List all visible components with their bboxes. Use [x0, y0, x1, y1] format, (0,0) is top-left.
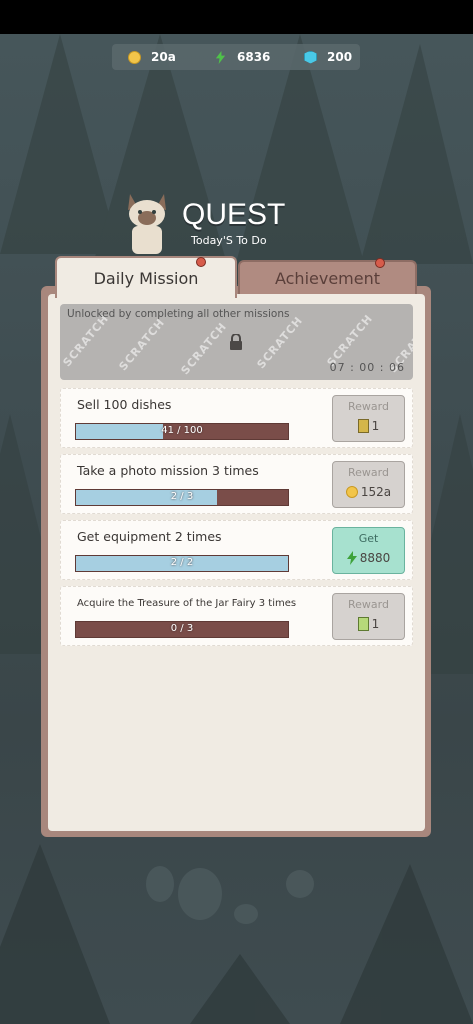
mission-label: Get equipment 2 times: [77, 529, 222, 544]
mission-card: Get equipment 2 times 2 / 2 Get 8880: [60, 520, 413, 580]
locked-mission-timer: 07 : 00 : 06: [329, 361, 405, 374]
ticket-icon: [357, 419, 369, 433]
daily-mission-notification-dot: [196, 257, 206, 267]
page-subtitle: Today'S To Do: [191, 234, 267, 247]
get-button-label: Get: [358, 532, 379, 545]
mission-label: Sell 100 dishes: [77, 397, 172, 412]
coin-amount: 20a: [151, 50, 176, 64]
tab-achievement-label: Achievement: [274, 268, 381, 288]
gem-icon: [304, 50, 317, 64]
reward-amount: 8880: [359, 551, 391, 565]
locked-mission-card: SCRATCH SCRATCH SCRATCH SCRATCH SCRATCH …: [60, 304, 413, 380]
achievement-notification-dot: [375, 258, 385, 268]
reward-amount: 152a: [360, 485, 392, 499]
mission-progress-text: 2 / 3: [170, 491, 194, 502]
mission-progress-bar: 41 / 100: [75, 423, 289, 440]
mission-progress-text: 41 / 100: [161, 425, 203, 436]
tab-daily-mission[interactable]: Daily Mission: [55, 256, 237, 298]
reward-value: 8880: [333, 551, 404, 565]
energy-amount: 6836: [237, 50, 271, 64]
scratch-watermark: SCRATCH: [116, 315, 168, 374]
gem-amount: 200: [327, 50, 353, 64]
mission-progress-text: 2 / 2: [170, 557, 194, 568]
coin-counter: 20a: [128, 50, 176, 64]
mission-progress-bar: 2 / 3: [75, 489, 289, 506]
reward-amount: 1: [371, 617, 380, 631]
reward-value: 1: [333, 419, 404, 433]
page-title: QUEST: [182, 198, 286, 231]
scratch-watermark: SCRATCH: [60, 311, 112, 370]
energy-counter: 6836: [214, 50, 270, 64]
mission-card: Take a photo mission 3 times 2 / 3 Rewar…: [60, 454, 413, 514]
gem-counter: 200: [304, 50, 352, 64]
mission-label: Take a photo mission 3 times: [77, 463, 259, 478]
mission-progress-text: 0 / 3: [170, 623, 194, 634]
locked-mission-text: Unlocked by completing all other mission…: [67, 308, 290, 320]
mission-card: Sell 100 dishes 41 / 100 Reward 1: [60, 388, 413, 448]
coin-icon: [128, 50, 141, 64]
mission-progress-bar: 2 / 2: [75, 555, 289, 572]
reward-button-label: Reward: [348, 400, 389, 413]
reward-button[interactable]: Reward 1: [332, 395, 405, 442]
mission-card: Acquire the Treasure of the Jar Fairy 3 …: [60, 586, 413, 646]
currency-bar: 20a 6836 200: [112, 44, 360, 70]
reward-value: 152a: [333, 485, 404, 499]
reward-amount: 1: [371, 419, 380, 433]
get-reward-button[interactable]: Get 8880: [332, 527, 405, 574]
lightning-icon: [215, 50, 226, 64]
scratch-watermark: SCRATCH: [178, 319, 230, 378]
reward-button-label: Reward: [348, 466, 389, 479]
reward-button[interactable]: Reward 152a: [332, 461, 405, 508]
tab-achievement[interactable]: Achievement: [238, 260, 417, 294]
coin-icon: [345, 486, 358, 498]
status-bar: [0, 0, 473, 34]
tab-daily-mission-label: Daily Mission: [93, 268, 199, 288]
reward-button-label: Reward: [348, 598, 389, 611]
reward-button[interactable]: Reward 1: [332, 593, 405, 640]
ticket-green-icon: [357, 617, 369, 631]
mission-label: Acquire the Treasure of the Jar Fairy 3 …: [77, 598, 297, 609]
mission-progress-bar: 0 / 3: [75, 621, 289, 638]
lightning-icon: [346, 551, 357, 565]
lock-icon: [230, 334, 242, 350]
scratch-watermark: SCRATCH: [254, 313, 306, 372]
cat-mascot-icon: [128, 194, 166, 254]
reward-value: 1: [333, 617, 404, 631]
